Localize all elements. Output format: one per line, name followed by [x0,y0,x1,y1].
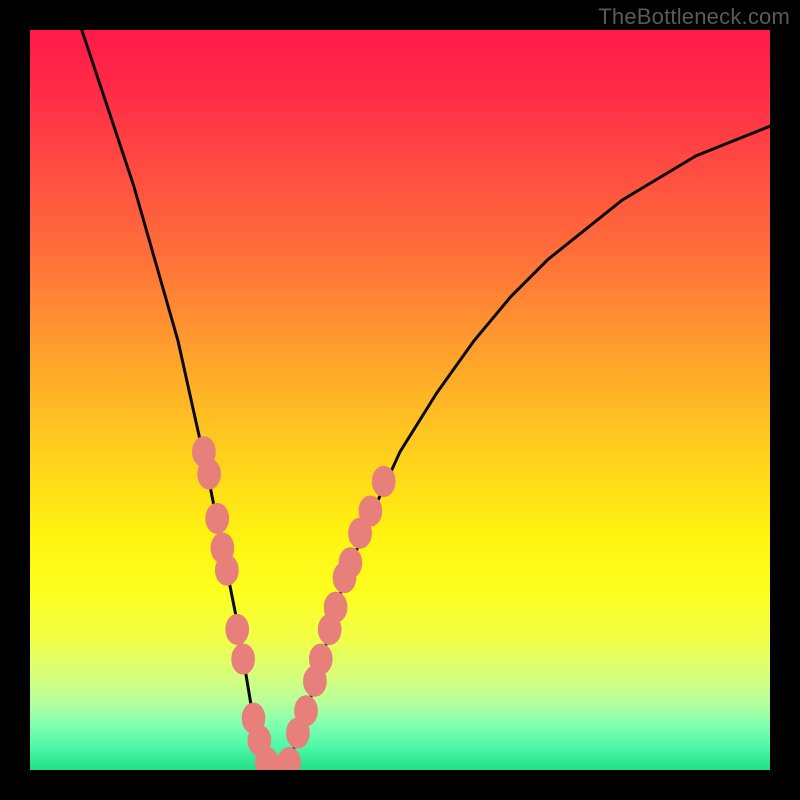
curve-svg [30,30,770,770]
curve-marker [219,558,235,582]
chart-frame: TheBottleneck.com [0,0,800,800]
curve-marker [235,647,251,671]
curve-markers [196,440,392,770]
curve-marker [298,699,314,723]
curve-marker [229,618,245,642]
curve-marker [201,462,217,486]
curve-marker [281,751,297,770]
curve-marker [362,499,378,523]
curve-marker [313,647,329,671]
curve-marker [327,595,343,619]
curve-marker [209,507,225,531]
watermark-text: TheBottleneck.com [598,4,790,30]
curve-marker [376,470,392,494]
curve-marker [342,551,358,575]
plot-area [30,30,770,770]
bottleneck-curve [82,30,770,770]
